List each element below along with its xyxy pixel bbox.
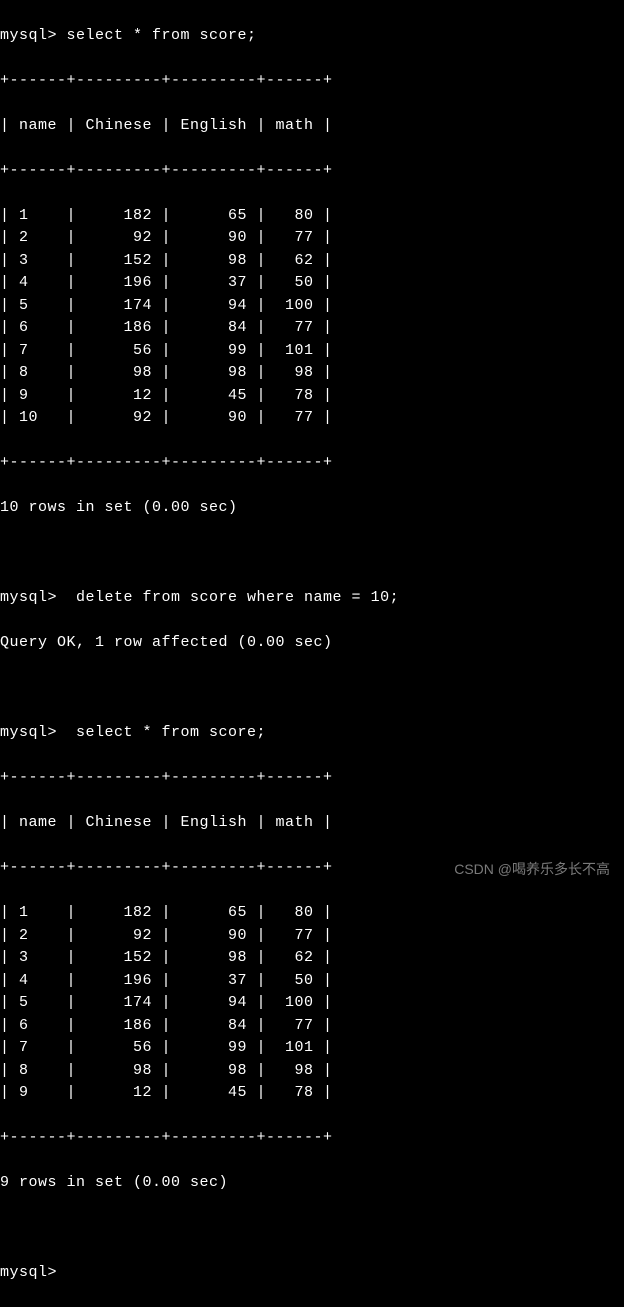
table-row: | 6 | 186 | 84 | 77 | <box>0 1015 624 1038</box>
table-row: | 9 | 12 | 45 | 78 | <box>0 385 624 408</box>
table-row: | 4 | 196 | 37 | 50 | <box>0 272 624 295</box>
result-line-2: 9 rows in set (0.00 sec) <box>0 1172 624 1195</box>
table-header-row: | name | Chinese | English | math | <box>0 115 624 138</box>
table-sep-mid: +------+---------+---------+------+ <box>0 160 624 183</box>
blank-line <box>0 542 624 565</box>
sql-query: delete from score where name = 10; <box>57 589 399 606</box>
table-row: | 2 | 92 | 90 | 77 | <box>0 227 624 250</box>
table-row: | 7 | 56 | 99 | 101 | <box>0 340 624 363</box>
table-row: | 5 | 174 | 94 | 100 | <box>0 295 624 318</box>
final-prompt: mysql> <box>0 1262 624 1285</box>
result-line-1: 10 rows in set (0.00 sec) <box>0 497 624 520</box>
blank-line <box>0 677 624 700</box>
query-line-1: mysql> select * from score; <box>0 25 624 48</box>
query-line-3: mysql> select * from score; <box>0 722 624 745</box>
table-row: | 7 | 56 | 99 | 101 | <box>0 1037 624 1060</box>
prompt: mysql> <box>0 724 57 741</box>
table-sep-bot: +------+---------+---------+------+ <box>0 452 624 475</box>
watermark: CSDN @喝养乐多长不高 <box>454 859 610 880</box>
prompt: mysql> <box>0 589 57 606</box>
table-sep-top: +------+---------+---------+------+ <box>0 767 624 790</box>
terminal-output[interactable]: mysql> select * from score; +------+----… <box>0 0 624 1307</box>
table-row: | 10 | 92 | 90 | 77 | <box>0 407 624 430</box>
delete-result: Query OK, 1 row affected (0.00 sec) <box>0 632 624 655</box>
table-sep-top: +------+---------+---------+------+ <box>0 70 624 93</box>
query-line-2: mysql> delete from score where name = 10… <box>0 587 624 610</box>
table-row: | 2 | 92 | 90 | 77 | <box>0 925 624 948</box>
table-row: | 3 | 152 | 98 | 62 | <box>0 250 624 273</box>
table-sep-bot: +------+---------+---------+------+ <box>0 1127 624 1150</box>
table-header-row: | name | Chinese | English | math | <box>0 812 624 835</box>
prompt: mysql> <box>0 27 57 44</box>
table-row: | 8 | 98 | 98 | 98 | <box>0 362 624 385</box>
table-row: | 8 | 98 | 98 | 98 | <box>0 1060 624 1083</box>
sql-query: select * from score; <box>57 27 257 44</box>
table-row: | 1 | 182 | 65 | 80 | <box>0 205 624 228</box>
table-row: | 1 | 182 | 65 | 80 | <box>0 902 624 925</box>
table-row: | 9 | 12 | 45 | 78 | <box>0 1082 624 1105</box>
table-row: | 3 | 152 | 98 | 62 | <box>0 947 624 970</box>
sql-query: select * from score; <box>57 724 266 741</box>
table-row: | 4 | 196 | 37 | 50 | <box>0 970 624 993</box>
table-row: | 6 | 186 | 84 | 77 | <box>0 317 624 340</box>
table-row: | 5 | 174 | 94 | 100 | <box>0 992 624 1015</box>
table-body-2: | 1 | 182 | 65 | 80 || 2 | 92 | 90 | 77 … <box>0 902 624 1105</box>
blank-line <box>0 1217 624 1240</box>
table-body-1: | 1 | 182 | 65 | 80 || 2 | 92 | 90 | 77 … <box>0 205 624 430</box>
